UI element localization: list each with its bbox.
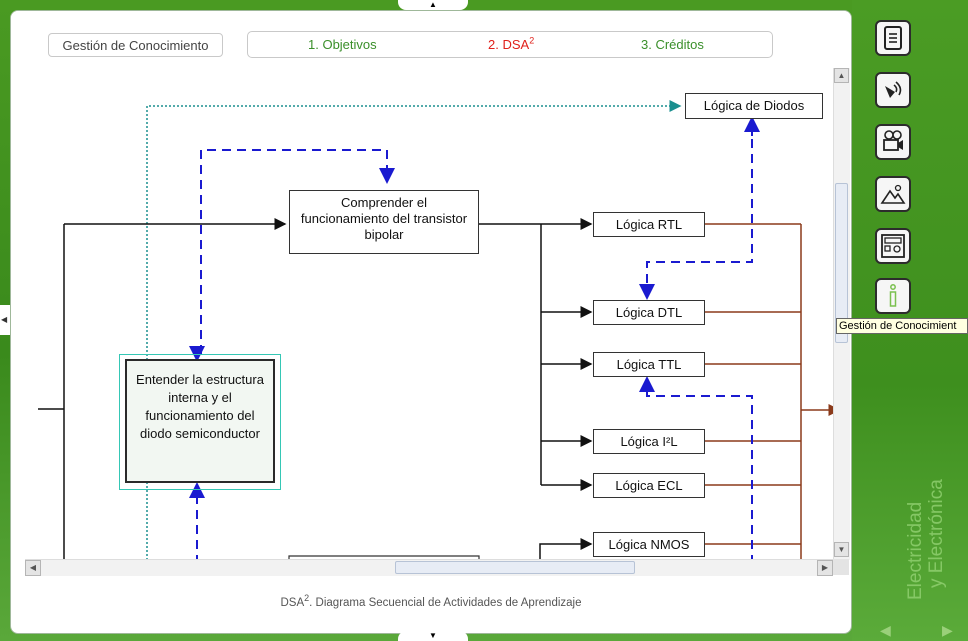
to-nmos-line: [539, 538, 593, 560]
blue-feedback-top: [200, 149, 395, 384]
tab-objetivos[interactable]: 1. Objetivos: [308, 37, 377, 52]
brand-vertical-line-1: Electricidad: [905, 501, 926, 600]
audio-icon[interactable]: [875, 72, 911, 108]
top-edge-tab[interactable]: ▲: [398, 0, 468, 10]
header-bar: Gestión de Conocimiento 1. Objetivos 2. …: [11, 11, 851, 63]
node-logica-i2l[interactable]: Lógica I²L: [593, 429, 705, 454]
video-camera-icon[interactable]: [875, 124, 911, 160]
left-edge-tab[interactable]: ◀: [0, 305, 10, 335]
caption-prefix: DSA: [280, 597, 305, 609]
node-entender-diodo[interactable]: Entender la estructura interna y el func…: [125, 359, 275, 483]
scroll-left-icon[interactable]: ◀: [25, 560, 41, 576]
bottom-edge-tab[interactable]: ▼: [398, 631, 468, 641]
scroll-up-icon[interactable]: ▲: [834, 68, 849, 83]
brand-vertical-text: Electricidad y Electrónica: [905, 479, 947, 600]
horizontal-scroll-thumb[interactable]: [395, 561, 635, 574]
sidebar-tooltip: Gestión de Conocimient: [836, 318, 968, 334]
node-logica-diodos[interactable]: Lógica de Diodos: [685, 93, 823, 119]
calculator-icon[interactable]: [875, 228, 911, 264]
node-logica-nmos[interactable]: Lógica NMOS: [593, 532, 705, 557]
node-logica-ecl[interactable]: Lógica ECL: [593, 473, 705, 498]
next-arrow-icon[interactable]: ▶: [942, 622, 953, 639]
info-icon[interactable]: [875, 278, 911, 314]
scroll-right-icon[interactable]: ▶: [817, 560, 833, 576]
diagram-caption: DSA2. Diagrama Secuencial de Actividades…: [11, 594, 851, 609]
down-arrow-icon: ▼: [429, 631, 437, 640]
tab-dsa[interactable]: 2. DSA2: [488, 35, 535, 52]
tab-creditos[interactable]: 3. Créditos: [641, 37, 704, 52]
horizontal-scrollbar[interactable]: ◀ ▶: [25, 559, 833, 576]
prev-arrow-icon[interactable]: ◀: [880, 622, 891, 639]
tab-bar: 1. Objetivos 2. DSA2 3. Créditos: [247, 31, 773, 58]
scroll-corner: [833, 559, 849, 575]
brand-button[interactable]: Gestión de Conocimiento: [48, 33, 223, 57]
vertical-scrollbar[interactable]: ▲ ▼: [833, 68, 850, 560]
node-logica-dtl[interactable]: Lógica DTL: [593, 300, 705, 325]
blue-diodos-dtl: [639, 124, 753, 300]
node-logica-ttl[interactable]: Lógica TTL: [593, 352, 705, 377]
image-icon[interactable]: [875, 176, 911, 212]
brand-vertical-line-2: y Electrónica: [926, 479, 947, 588]
caption-text: . Diagrama Secuencial de Actividades de …: [309, 597, 582, 609]
content-panel: Gestión de Conocimiento 1. Objetivos 2. …: [10, 10, 852, 634]
scroll-down-icon[interactable]: ▼: [834, 542, 849, 557]
up-arrow-icon: ▲: [429, 0, 437, 9]
node-logica-rtl[interactable]: Lógica RTL: [593, 212, 705, 237]
node-comprender-transistor[interactable]: Comprender el funcionamiento del transis…: [289, 190, 479, 254]
dsa-diagram: Lógica de Diodos Comprender el funcionam…: [25, 64, 833, 560]
document-icon[interactable]: [875, 20, 911, 56]
tab-dsa-label: 2. DSA: [488, 37, 530, 52]
left-arrow-icon: ◀: [1, 315, 8, 324]
tab-dsa-sup: 2: [529, 35, 535, 46]
